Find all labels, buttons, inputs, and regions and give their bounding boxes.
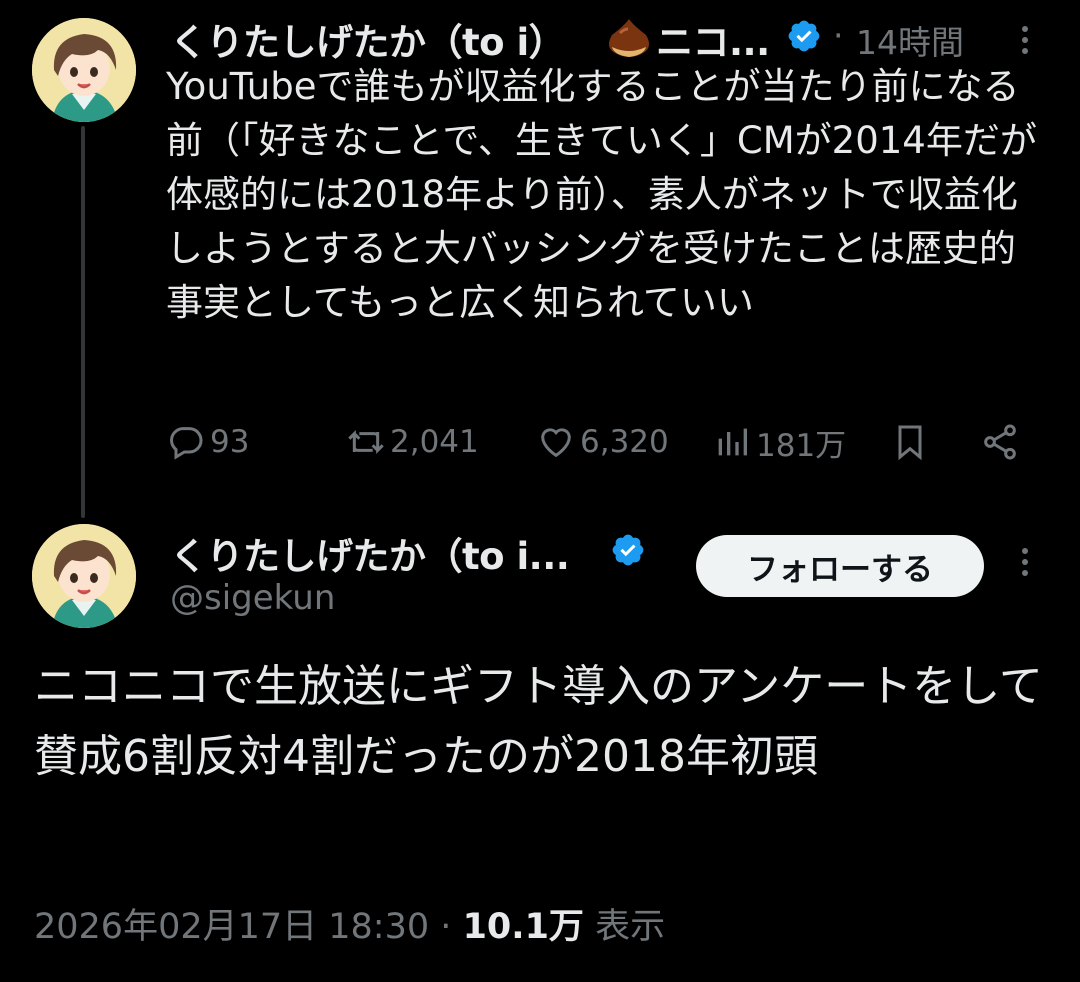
tweet-footer: 2026年02月17日 18:30 · 10.1万 表示 <box>34 898 665 949</box>
views-label: 表示 <box>595 907 666 947</box>
action-bar: 93 2,041 6,320 181万 <box>166 414 1036 470</box>
repost-icon <box>348 430 384 454</box>
heart-icon <box>541 428 571 458</box>
separator-dot: · <box>833 16 844 55</box>
tweet-date[interactable]: 2026年02月17日 18:30 <box>34 907 429 947</box>
display-name[interactable]: くりたしげたか（to i） <box>170 12 566 66</box>
reply-icon <box>170 427 203 460</box>
thread-line <box>81 126 85 518</box>
avatar[interactable] <box>32 18 136 122</box>
display-name-suffix[interactable]: ニコ... <box>656 12 770 66</box>
verified-badge-icon <box>612 534 644 566</box>
repost-count: 2,041 <box>390 424 479 460</box>
separator-dot: · <box>440 907 452 947</box>
chestnut-emoji-icon <box>609 19 649 57</box>
repost-button[interactable]: 2,041 <box>346 414 479 470</box>
verified-badge-icon <box>788 20 820 52</box>
like-count: 6,320 <box>580 424 669 460</box>
views-count: 181万 <box>756 427 847 464</box>
display-name[interactable]: くりたしげたか（to i... <box>170 526 570 580</box>
user-handle[interactable]: @sigekun <box>170 578 335 618</box>
analytics-icon <box>718 428 747 456</box>
reply-count: 93 <box>210 424 250 460</box>
avatar[interactable] <box>32 524 136 628</box>
timestamp[interactable]: 14時間 <box>856 16 964 64</box>
share-button[interactable] <box>980 414 1024 470</box>
views-count[interactable]: 10.1万 <box>463 907 584 947</box>
more-options-icon[interactable] <box>1019 548 1031 588</box>
tweet-text: ニコニコで生放送にギフト導入のアンケートをして賛成6割反対4割だったのが2018… <box>34 661 1043 782</box>
reply-button[interactable]: 93 <box>166 414 249 470</box>
share-icon <box>984 424 1016 460</box>
views-button[interactable]: 181万 <box>712 414 846 470</box>
like-button[interactable]: 6,320 <box>536 414 669 470</box>
tweet-text: YouTubeで誰もが収益化することが当たり前になる前（「好きなことで、生きてい… <box>166 65 1037 324</box>
follow-button[interactable]: フォローする <box>696 535 984 597</box>
bookmark-button[interactable] <box>890 414 934 470</box>
bookmark-icon <box>898 425 922 461</box>
